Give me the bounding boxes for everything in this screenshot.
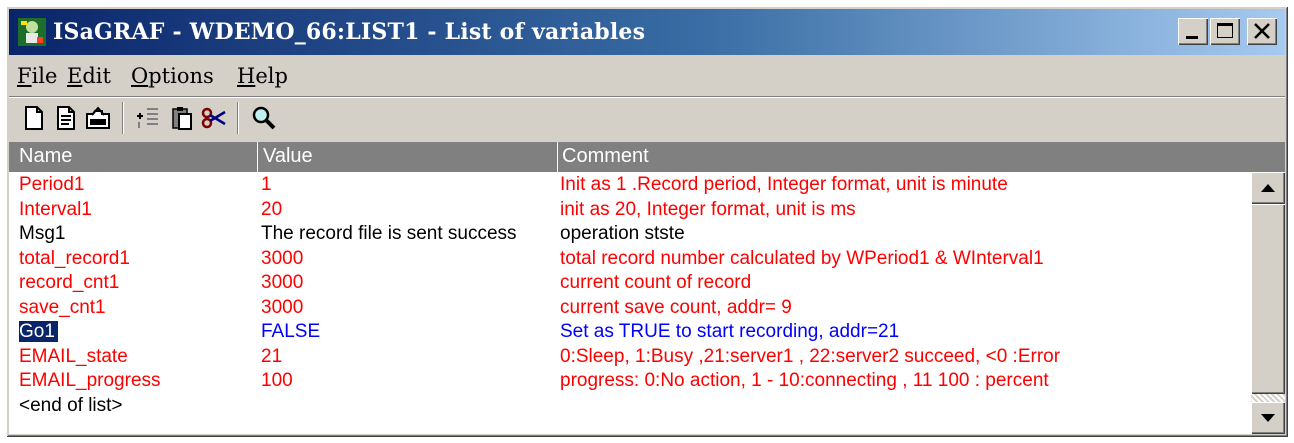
title-bar[interactable]: ISaGRAF - WDEMO_66:LIST1 - List of varia… — [9, 9, 1285, 55]
variable-name: Go1 — [19, 321, 239, 343]
variable-name: Period1 — [19, 174, 85, 195]
find-icon — [252, 106, 276, 130]
insert-row-icon — [137, 108, 158, 128]
table-row[interactable]: EMAIL_state 21 0:Sleep, 1:Busy ,21:serve… — [9, 344, 1251, 369]
menu-bar: File Edit Options Help — [9, 58, 1285, 96]
variable-value: 20 — [261, 198, 283, 220]
table-row[interactable]: Msg1 The record file is sent success ope… — [9, 221, 1251, 246]
scroll-down-button[interactable] — [1251, 402, 1285, 434]
table-row[interactable]: record_cnt1 3000 current count of record — [9, 270, 1251, 295]
variable-comment: current count of record — [560, 272, 752, 293]
variable-name: total_record1 — [19, 247, 130, 269]
toolbar-separator — [122, 102, 124, 134]
menu-help[interactable]: Help — [237, 64, 288, 88]
window-title: ISaGRAF - WDEMO_66:LIST1 - List of varia… — [53, 19, 646, 45]
variable-name: record_cnt1 — [19, 272, 120, 293]
edit-button[interactable] — [51, 103, 81, 133]
table-header: Name Value Comment — [9, 142, 1285, 172]
cut-icon — [201, 107, 226, 129]
variable-name: Interval1 — [19, 198, 92, 220]
variable-value: 21 — [261, 345, 283, 367]
column-header-name[interactable]: Name — [19, 145, 72, 168]
variable-comment: Init as 1 .Record period, Integer format… — [560, 174, 1008, 195]
variable-name: EMAIL_state — [19, 345, 128, 367]
scroll-up-button[interactable] — [1251, 172, 1285, 204]
toolbar — [9, 98, 1285, 140]
scroll-down-arrow-icon — [1261, 414, 1275, 422]
edit-file-icon — [57, 106, 75, 130]
table-body: Period1 1 Init as 1 .Record period, Inte… — [9, 172, 1251, 434]
paste-icon — [172, 107, 192, 130]
menu-file[interactable]: File — [17, 64, 57, 88]
table-row[interactable]: save_cnt1 3000 current save count, addr=… — [9, 295, 1251, 320]
variable-name: EMAIL_progress — [19, 370, 161, 391]
selected-name-highlight: Go1 — [19, 321, 59, 343]
maximize-icon — [1217, 23, 1233, 38]
end-of-list-label: <end of list> — [19, 394, 123, 416]
paste-button[interactable] — [167, 103, 197, 133]
minimize-button[interactable] — [1178, 18, 1208, 45]
variable-value: 3000 — [261, 247, 304, 269]
variable-value: 100 — [261, 370, 293, 391]
variable-comment: Set as TRUE to start recording, addr=21 — [560, 321, 900, 342]
column-divider[interactable] — [557, 142, 558, 172]
variable-value: 3000 — [261, 296, 304, 318]
vertical-scrollbar[interactable] — [1251, 172, 1285, 434]
menu-options[interactable]: Options — [131, 64, 214, 88]
variable-value: The record file is sent success — [261, 223, 517, 244]
variable-name: Msg1 — [19, 223, 66, 244]
find-button[interactable] — [249, 103, 279, 133]
column-header-value[interactable]: Value — [263, 145, 313, 168]
variable-value: 3000 — [261, 272, 304, 293]
variable-comment: init as 20, Integer format, unit is ms — [560, 198, 856, 220]
isagraf-window: ISaGRAF - WDEMO_66:LIST1 - List of varia… — [6, 6, 1288, 437]
variable-value: 1 — [261, 174, 272, 195]
variable-comment: progress: 0:No action, 1 - 10:connecting… — [560, 370, 1049, 391]
variable-comment: 0:Sleep, 1:Busy ,21:server1 , 22:server2… — [560, 345, 1061, 367]
menu-edit[interactable]: Edit — [67, 64, 111, 88]
variables-table: Name Value Comment Period1 1 Init as 1 .… — [9, 142, 1285, 434]
cut-button[interactable] — [199, 103, 229, 133]
table-row[interactable]: EMAIL_progress 100 progress: 0:No action… — [9, 368, 1251, 393]
close-button[interactable] — [1247, 18, 1277, 45]
table-row-selected[interactable]: Go1 FALSE Set as TRUE to start recording… — [9, 319, 1251, 344]
column-divider[interactable] — [257, 142, 258, 172]
open-folder-icon — [86, 106, 110, 129]
open-button[interactable] — [83, 103, 113, 133]
variable-name: save_cnt1 — [19, 296, 106, 318]
variable-value: FALSE — [261, 321, 321, 342]
new-button[interactable] — [19, 103, 49, 133]
table-row[interactable]: Period1 1 Init as 1 .Record period, Inte… — [9, 172, 1251, 197]
scrollbar-thumb[interactable] — [1251, 204, 1285, 394]
variable-comment: current save count, addr= 9 — [560, 296, 792, 318]
table-row-end-of-list[interactable]: <end of list> — [9, 393, 1251, 418]
insert-button[interactable] — [133, 103, 163, 133]
close-icon — [1254, 23, 1270, 39]
toolbar-separator — [237, 102, 239, 134]
isagraf-app-icon — [18, 18, 46, 46]
maximize-button[interactable] — [1210, 18, 1240, 45]
table-row[interactable]: Interval1 20 init as 20, Integer format,… — [9, 197, 1251, 222]
column-header-comment[interactable]: Comment — [562, 145, 649, 168]
minimize-icon — [1186, 36, 1198, 39]
table-row[interactable]: total_record1 3000 total record number c… — [9, 246, 1251, 271]
variable-comment: operation stste — [560, 223, 685, 244]
variable-comment: total record number calculated by WPerio… — [560, 247, 1044, 269]
scroll-up-arrow-icon — [1261, 184, 1275, 192]
new-file-icon — [25, 106, 43, 130]
